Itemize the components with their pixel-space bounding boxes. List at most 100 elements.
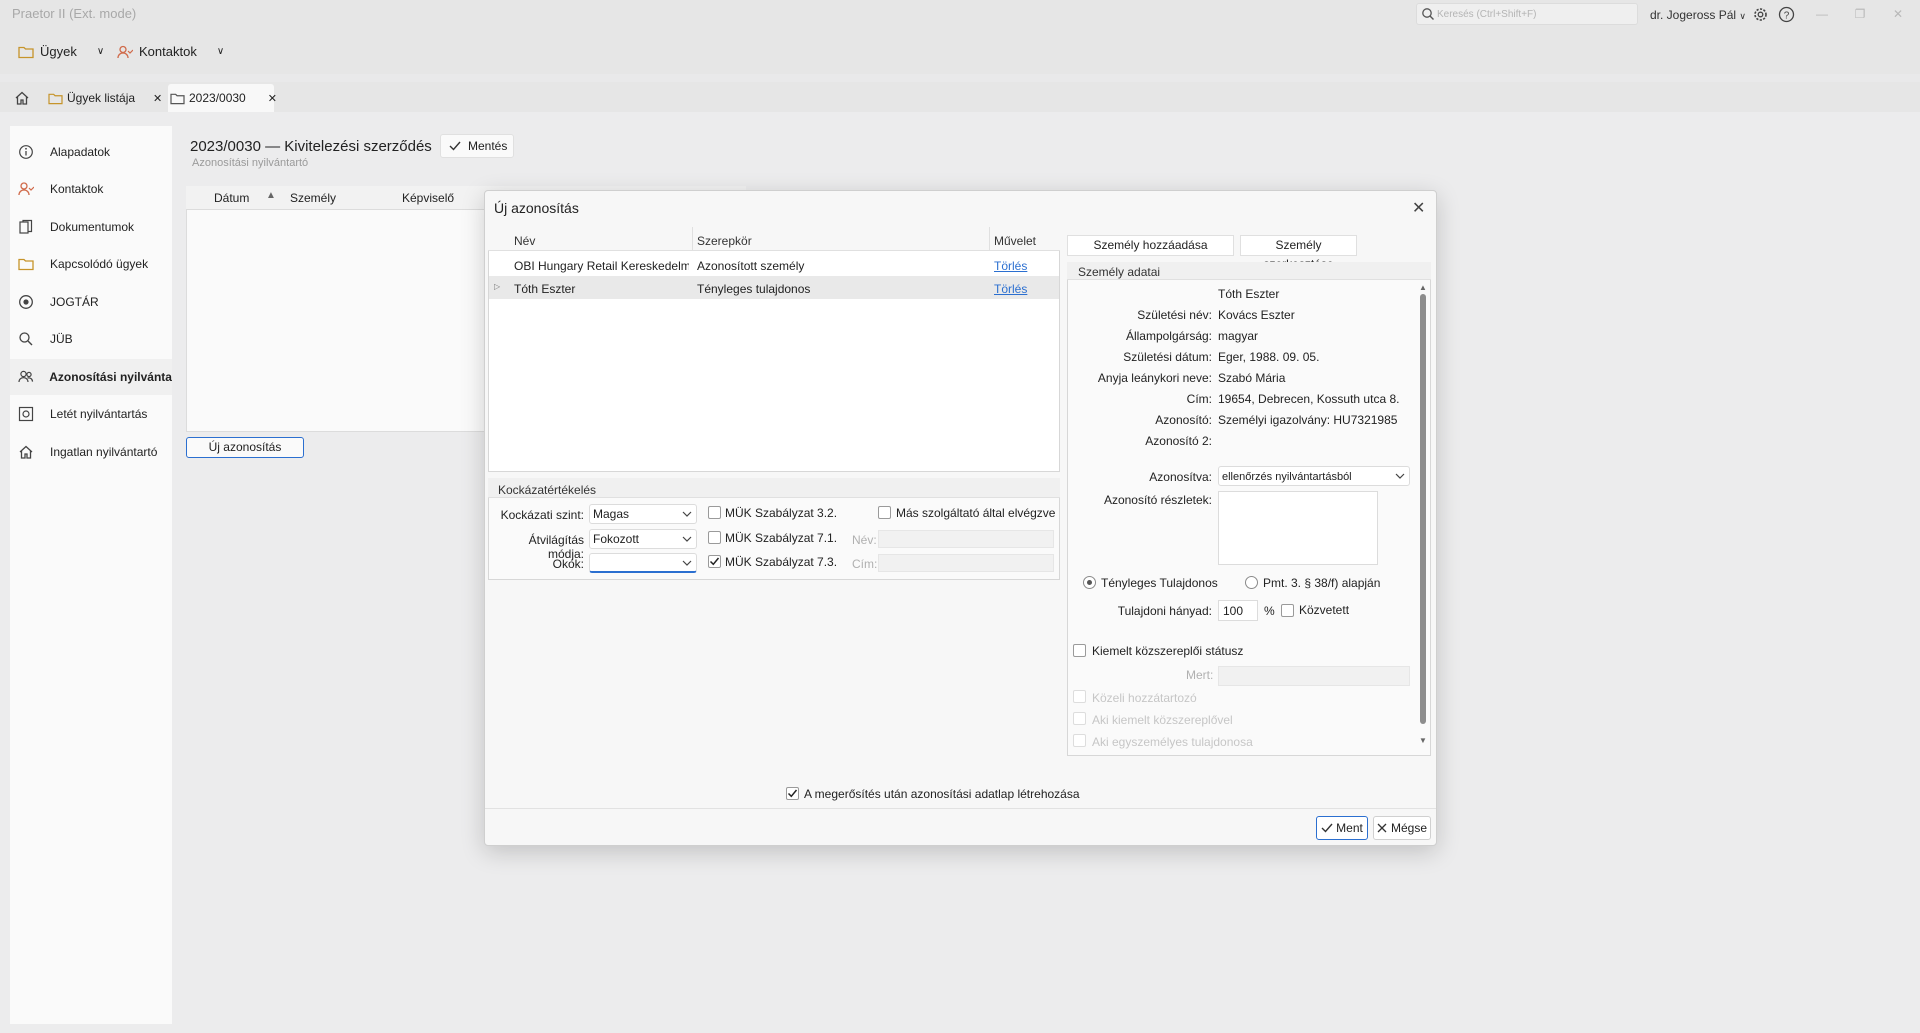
menu-contacts[interactable]: Kontaktok ∨ bbox=[117, 44, 224, 59]
risk-level-select[interactable]: Magas bbox=[589, 504, 697, 524]
search-icon bbox=[1421, 7, 1435, 21]
add-person-button[interactable]: Személy hozzáadása bbox=[1067, 235, 1234, 256]
edit-person-button[interactable]: Személy szerkesztése bbox=[1240, 235, 1357, 271]
birth-date-label: Születési dátum: bbox=[1123, 350, 1212, 364]
new-identification-button[interactable]: Új azonosítás bbox=[186, 437, 304, 458]
gear-icon[interactable] bbox=[1752, 6, 1769, 23]
provider-name-input[interactable] bbox=[878, 530, 1054, 548]
global-search-input[interactable]: Keresés (Ctrl+Shift+F) bbox=[1416, 3, 1638, 25]
home-icon bbox=[18, 444, 36, 460]
identifier-details-textarea[interactable] bbox=[1218, 491, 1378, 565]
page-subtitle: Azonosítási nyilvántartó bbox=[192, 157, 309, 169]
persons-table-header bbox=[488, 227, 1060, 251]
sidebar-item-jub[interactable]: JÜB bbox=[10, 321, 172, 357]
indirect-label: Közvetett bbox=[1299, 603, 1350, 617]
sort-ascending-icon[interactable]: ▲ bbox=[266, 190, 276, 201]
close-icon[interactable]: ✕ bbox=[153, 92, 162, 105]
expand-row-icon[interactable]: ▷ bbox=[494, 282, 500, 291]
chevron-down-icon: ∨ bbox=[96, 46, 105, 57]
provider-address-input[interactable] bbox=[878, 554, 1054, 572]
ownership-share-label: Tulajdoni hányad: bbox=[1117, 604, 1212, 618]
identifier-2-label: Azonosító 2: bbox=[1145, 434, 1212, 448]
sidebar-item-label: Letét nyilvántartás bbox=[50, 407, 148, 421]
with-pep-label: Aki kiemelt közszereplővel bbox=[1092, 713, 1233, 727]
create-datasheet-label: A megerősítés után azonosítási adatlap l… bbox=[804, 787, 1080, 801]
scroll-up-icon[interactable]: ▲ bbox=[1419, 283, 1427, 292]
chevron-down-icon bbox=[682, 536, 692, 542]
provider-address-label: Cím: bbox=[852, 557, 878, 571]
user-menu[interactable]: dr. Jogeross Pál ∨ bbox=[1650, 8, 1746, 22]
folder-icon bbox=[18, 257, 36, 271]
address-label: Cím: bbox=[1186, 392, 1212, 406]
home-tab[interactable] bbox=[14, 84, 30, 112]
because-select[interactable] bbox=[1218, 666, 1410, 686]
dialog-divider bbox=[485, 808, 1436, 809]
delete-person-link[interactable]: Törlés bbox=[994, 282, 1027, 296]
sidebar-item-kontaktok[interactable]: Kontaktok bbox=[10, 171, 172, 207]
muk-7-1-checkbox[interactable] bbox=[708, 531, 721, 544]
reasons-select[interactable] bbox=[589, 553, 697, 573]
menu-contacts-label: Kontaktok bbox=[139, 44, 197, 59]
sole-owner-checkbox[interactable] bbox=[1073, 734, 1086, 747]
pep-status-label: Kiemelt közszereplői státusz bbox=[1092, 644, 1244, 658]
scrollbar-thumb[interactable] bbox=[1420, 294, 1426, 724]
delete-person-link[interactable]: Törlés bbox=[994, 259, 1027, 273]
muk-3-2-checkbox[interactable] bbox=[708, 506, 721, 519]
restore-button[interactable]: ❐ bbox=[1848, 4, 1872, 24]
pep-status-checkbox[interactable] bbox=[1073, 644, 1086, 657]
save-dialog-button[interactable]: Ment bbox=[1316, 816, 1368, 840]
documents-icon bbox=[18, 219, 36, 235]
menu-cases[interactable]: Ügyek ∨ bbox=[18, 44, 104, 59]
menu-cases-label: Ügyek bbox=[40, 44, 77, 59]
close-relative-checkbox[interactable] bbox=[1073, 690, 1086, 703]
muk-7-3-checkbox[interactable] bbox=[708, 555, 721, 568]
help-icon[interactable]: ? bbox=[1778, 6, 1795, 23]
close-icon[interactable]: ✕ bbox=[268, 92, 277, 105]
save-button[interactable]: Mentés bbox=[440, 134, 514, 158]
percent-sign: % bbox=[1264, 604, 1275, 618]
scroll-down-icon[interactable]: ▼ bbox=[1419, 736, 1427, 745]
sidebar-item-alapadatok[interactable]: Alapadatok bbox=[10, 134, 172, 170]
sidebar-item-ingatlan-nyilvantarto[interactable]: Ingatlan nyilvántartó bbox=[10, 434, 172, 470]
identifier-details-label: Azonosító részletek: bbox=[1103, 493, 1212, 507]
transparency-mode-select[interactable]: Fokozott bbox=[589, 529, 697, 549]
pmt-radio[interactable] bbox=[1245, 576, 1258, 589]
beneficial-owner-label: Tényleges Tulajdonos bbox=[1101, 576, 1218, 590]
sidebar-item-letet-nyilvantartas[interactable]: Letét nyilvántartás bbox=[10, 396, 172, 432]
close-window-button[interactable]: ✕ bbox=[1886, 4, 1910, 24]
person-name: OBI Hungary Retail Kereskedelmi... bbox=[514, 259, 689, 273]
cancel-button[interactable]: Mégse bbox=[1373, 816, 1431, 840]
identified-by-value: ellenőrzés nyilvántartásból bbox=[1222, 471, 1352, 483]
tab-label: 2023/0030 bbox=[189, 91, 246, 105]
reasons-label: Okok: bbox=[552, 557, 584, 571]
column-divider bbox=[989, 227, 990, 251]
sidebar-item-jogtar[interactable]: JOGTÁR bbox=[10, 284, 172, 320]
tab-case-2023-0030[interactable]: 2023/0030 ✕ bbox=[170, 84, 277, 112]
sidebar-item-label: JÜB bbox=[50, 332, 73, 346]
sidebar-item-azonositasi-nyilvantarto[interactable]: Azonosítási nyilvántartó bbox=[10, 359, 172, 395]
column-header-representative[interactable]: Képviselő bbox=[402, 191, 454, 205]
sidebar-item-kapcsolodo-ugyek[interactable]: Kapcsolódó ügyek bbox=[10, 246, 172, 282]
tab-cases-list[interactable]: Ügyek listája ✕ bbox=[48, 84, 162, 112]
ownership-share-input[interactable]: 100 bbox=[1218, 600, 1258, 621]
person-role: Tényleges tulajdonos bbox=[697, 282, 811, 296]
identified-by-select[interactable]: ellenőrzés nyilvántartásból bbox=[1218, 466, 1410, 486]
create-datasheet-checkbox[interactable] bbox=[786, 787, 799, 800]
mother-name-label: Anyja leánykori neve: bbox=[1097, 371, 1212, 385]
identified-by-label: Azonosítva: bbox=[1149, 470, 1212, 484]
column-header-name[interactable]: Név bbox=[514, 234, 535, 248]
column-header-person[interactable]: Személy bbox=[290, 191, 336, 205]
column-header-date[interactable]: Dátum bbox=[214, 191, 249, 205]
column-divider bbox=[692, 227, 693, 251]
indirect-checkbox[interactable] bbox=[1281, 604, 1294, 617]
with-pep-checkbox[interactable] bbox=[1073, 712, 1086, 725]
column-header-role[interactable]: Szerepkör bbox=[697, 234, 752, 248]
minimize-button[interactable]: — bbox=[1810, 4, 1834, 24]
menu-bar bbox=[0, 30, 1920, 74]
cancel-label: Mégse bbox=[1390, 821, 1428, 835]
beneficial-owner-radio[interactable] bbox=[1083, 576, 1096, 589]
folder-icon bbox=[170, 92, 185, 105]
close-icon[interactable]: ✕ bbox=[1412, 198, 1425, 218]
other-provider-checkbox[interactable] bbox=[878, 506, 891, 519]
sidebar-item-dokumentumok[interactable]: Dokumentumok bbox=[10, 209, 172, 245]
